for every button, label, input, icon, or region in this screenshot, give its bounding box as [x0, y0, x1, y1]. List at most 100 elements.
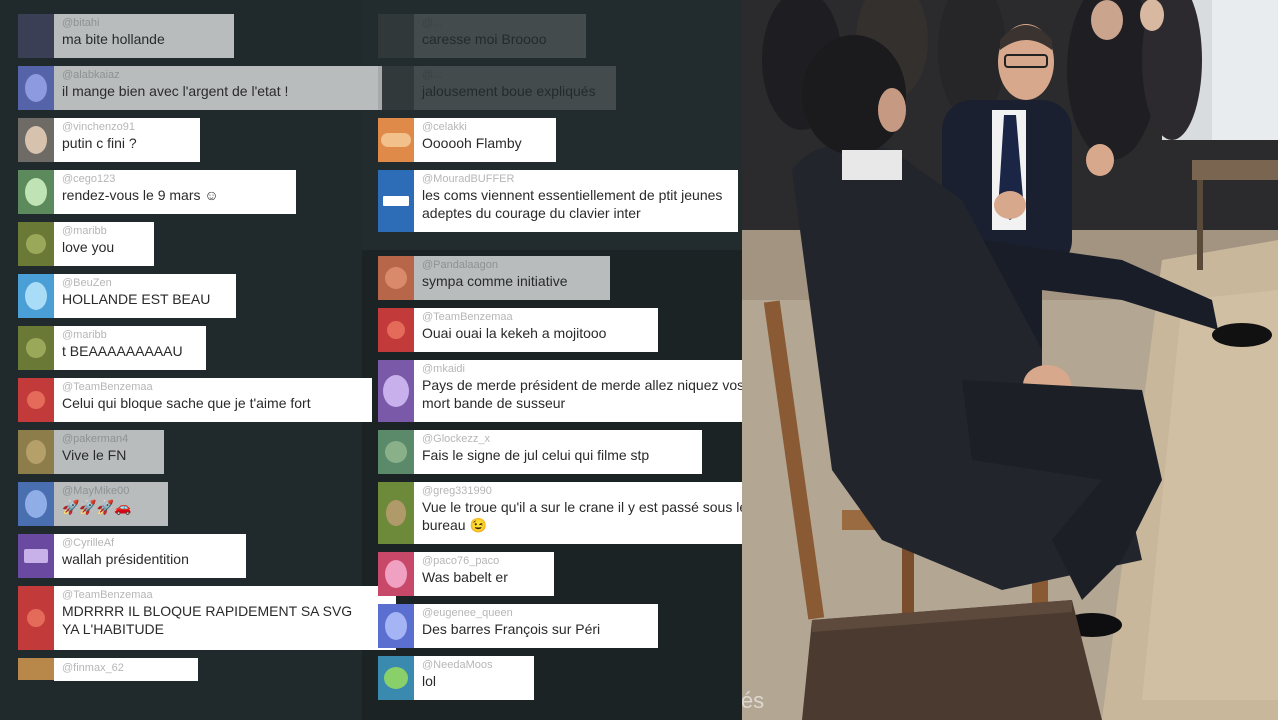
message-bubble: @Glockezz_x Fais le signe de jul celui q… [414, 430, 702, 474]
user-avatar [18, 658, 54, 680]
user-avatar [378, 256, 414, 300]
chat-message[interactable]: @MouradBUFFER les coms viennent essentie… [378, 170, 738, 232]
user-avatar [18, 378, 54, 422]
video-scene [742, 0, 1278, 720]
message-username: @finmax_62 [62, 662, 124, 674]
message-text: Vue le troue qu'il a sur le crane il y e… [422, 499, 742, 533]
chat-message[interactable]: @greg331990 Vue le troue qu'il a sur le … [378, 482, 742, 544]
user-avatar [378, 308, 414, 352]
chat-message[interactable]: @vinchenzo91 putin c fini ? [18, 118, 200, 162]
message-text: Fais le signe de jul celui qui filme stp [422, 447, 650, 463]
chat-message[interactable]: @maribb love you [18, 222, 154, 266]
message-username: @... [422, 17, 443, 29]
message-bubble: @cego123 rendez-vous le 9 mars ☺ [54, 170, 296, 214]
chat-message[interactable]: @BeuZen HOLLANDE EST BEAU [18, 274, 236, 318]
message-username: @MouradBUFFER [422, 173, 515, 185]
chat-message[interactable]: @CyrilleAf wallah présidentition [18, 534, 246, 578]
message-text: MDRRRR IL BLOQUE RAPIDEMENT SA SVG YA L'… [62, 603, 353, 637]
user-avatar [18, 170, 54, 214]
message-text: rendez-vous le 9 mars ☺ [62, 187, 219, 203]
message-bubble: @BeuZen HOLLANDE EST BEAU [54, 274, 236, 318]
message-username: @cego123 [62, 173, 116, 185]
message-text: HOLLANDE EST BEAU [62, 291, 211, 307]
chat-message[interactable]: @celakki Oooooh Flamby [378, 118, 556, 162]
message-bubble: @maribb t BEAAAAAAAAAU [54, 326, 206, 370]
message-username: @BeuZen [62, 277, 112, 289]
user-avatar [378, 14, 414, 58]
message-bubble: @NeedaMoos lol [414, 656, 534, 700]
user-avatar [18, 118, 54, 162]
user-avatar [18, 534, 54, 578]
chat-message[interactable]: @alabkaiaz il mange bien avec l'argent d… [18, 66, 382, 110]
message-username: @Pandalaagon [422, 259, 499, 271]
message-username: @greg331990 [422, 485, 492, 497]
message-bubble: @... caresse moi Broooo [414, 14, 586, 58]
chat-message[interactable]: @NeedaMoos lol [378, 656, 534, 700]
user-avatar [378, 656, 414, 700]
message-text: lol [422, 673, 437, 689]
user-avatar [18, 66, 54, 110]
message-text: Vive le FN [62, 447, 127, 463]
message-bubble: @CyrilleAf wallah présidentition [54, 534, 246, 578]
message-text: les coms viennent essentiellement de pti… [422, 187, 723, 221]
chat-message[interactable]: @finmax_62 [18, 658, 198, 681]
message-username: @CyrilleAf [62, 537, 115, 549]
chat-message[interactable]: @cego123 rendez-vous le 9 mars ☺ [18, 170, 296, 214]
message-username: @bitahi [62, 17, 100, 29]
message-username: @maribb [62, 225, 107, 237]
chat-message[interactable]: @Pandalaagon sympa comme initiative [378, 256, 610, 300]
message-username: @... [422, 69, 443, 81]
message-text: Pays de merde président de merde allez n… [422, 377, 742, 411]
message-bubble: @bitahi ma bite hollande [54, 14, 234, 58]
user-avatar [18, 14, 54, 58]
message-bubble: @eugenee_queen Des barres François sur P… [414, 604, 658, 648]
message-username: @mkaidi [422, 363, 465, 375]
user-avatar [378, 360, 414, 422]
chat-message[interactable]: @MayMike00 🚀🚀🚀🚗 [18, 482, 168, 526]
message-bubble: @mkaidi Pays de merde président de merde… [414, 360, 742, 422]
chat-message[interactable]: @mkaidi Pays de merde président de merde… [378, 360, 742, 422]
message-bubble: @pakerman4 Vive le FN [54, 430, 164, 474]
user-avatar [18, 274, 54, 318]
chat-message[interactable]: @paco76_paco Was babelt er [378, 552, 554, 596]
chat-message[interactable]: @pakerman4 Vive le FN [18, 430, 164, 474]
message-text: Ouai ouai la kekeh a mojitooo [422, 325, 607, 341]
user-avatar [378, 118, 414, 162]
video-watermark: iés [742, 688, 765, 713]
chat-message[interactable]: @... jalousement boue expliqués [378, 66, 616, 110]
chat-overlay: @bitahi ma bite hollande @alabkaiaz il m… [0, 0, 742, 720]
message-username: @MayMike00 [62, 485, 130, 497]
message-text: il mange bien avec l'argent de l'etat ! [62, 83, 289, 99]
message-text: Des barres François sur Péri [422, 621, 601, 637]
message-text: putin c fini ? [62, 135, 137, 151]
message-bubble: @greg331990 Vue le troue qu'il a sur le … [414, 482, 742, 544]
chat-message[interactable]: @maribb t BEAAAAAAAAAU [18, 326, 206, 370]
message-username: @maribb [62, 329, 107, 341]
message-username: @Glockezz_x [422, 433, 491, 445]
chat-message[interactable]: @bitahi ma bite hollande [18, 14, 234, 58]
message-bubble: @maribb love you [54, 222, 154, 266]
chat-message[interactable]: @... caresse moi Broooo [378, 14, 586, 58]
live-video-frame[interactable]: iés [742, 0, 1278, 720]
message-bubble: @MayMike00 🚀🚀🚀🚗 [54, 482, 168, 526]
chat-message[interactable]: @TeamBenzemaa Ouai ouai la kekeh a mojit… [378, 308, 658, 352]
message-username: @eugenee_queen [422, 607, 513, 619]
chat-message[interactable]: @TeamBenzemaa Celui qui bloque sache que… [18, 378, 372, 422]
message-username: @TeamBenzemaa [62, 381, 153, 393]
message-text: Was babelt er [422, 569, 508, 585]
message-text: Oooooh Flamby [422, 135, 522, 151]
message-text: t BEAAAAAAAAAU [62, 343, 183, 359]
chat-message[interactable]: @TeamBenzemaa MDRRRR IL BLOQUE RAPIDEMEN… [18, 586, 396, 650]
message-username: @TeamBenzemaa [62, 589, 153, 601]
message-bubble: @MouradBUFFER les coms viennent essentie… [414, 170, 738, 232]
chat-message[interactable]: @Glockezz_x Fais le signe de jul celui q… [378, 430, 702, 474]
user-avatar [378, 430, 414, 474]
message-username: @vinchenzo91 [62, 121, 135, 133]
message-bubble: @TeamBenzemaa MDRRRR IL BLOQUE RAPIDEMEN… [54, 586, 396, 650]
message-bubble: @... jalousement boue expliqués [414, 66, 616, 110]
user-avatar [378, 482, 414, 544]
message-username: @pakerman4 [62, 433, 129, 445]
chat-message[interactable]: @eugenee_queen Des barres François sur P… [378, 604, 658, 648]
message-username: @paco76_paco [422, 555, 500, 567]
message-bubble: @alabkaiaz il mange bien avec l'argent d… [54, 66, 382, 110]
